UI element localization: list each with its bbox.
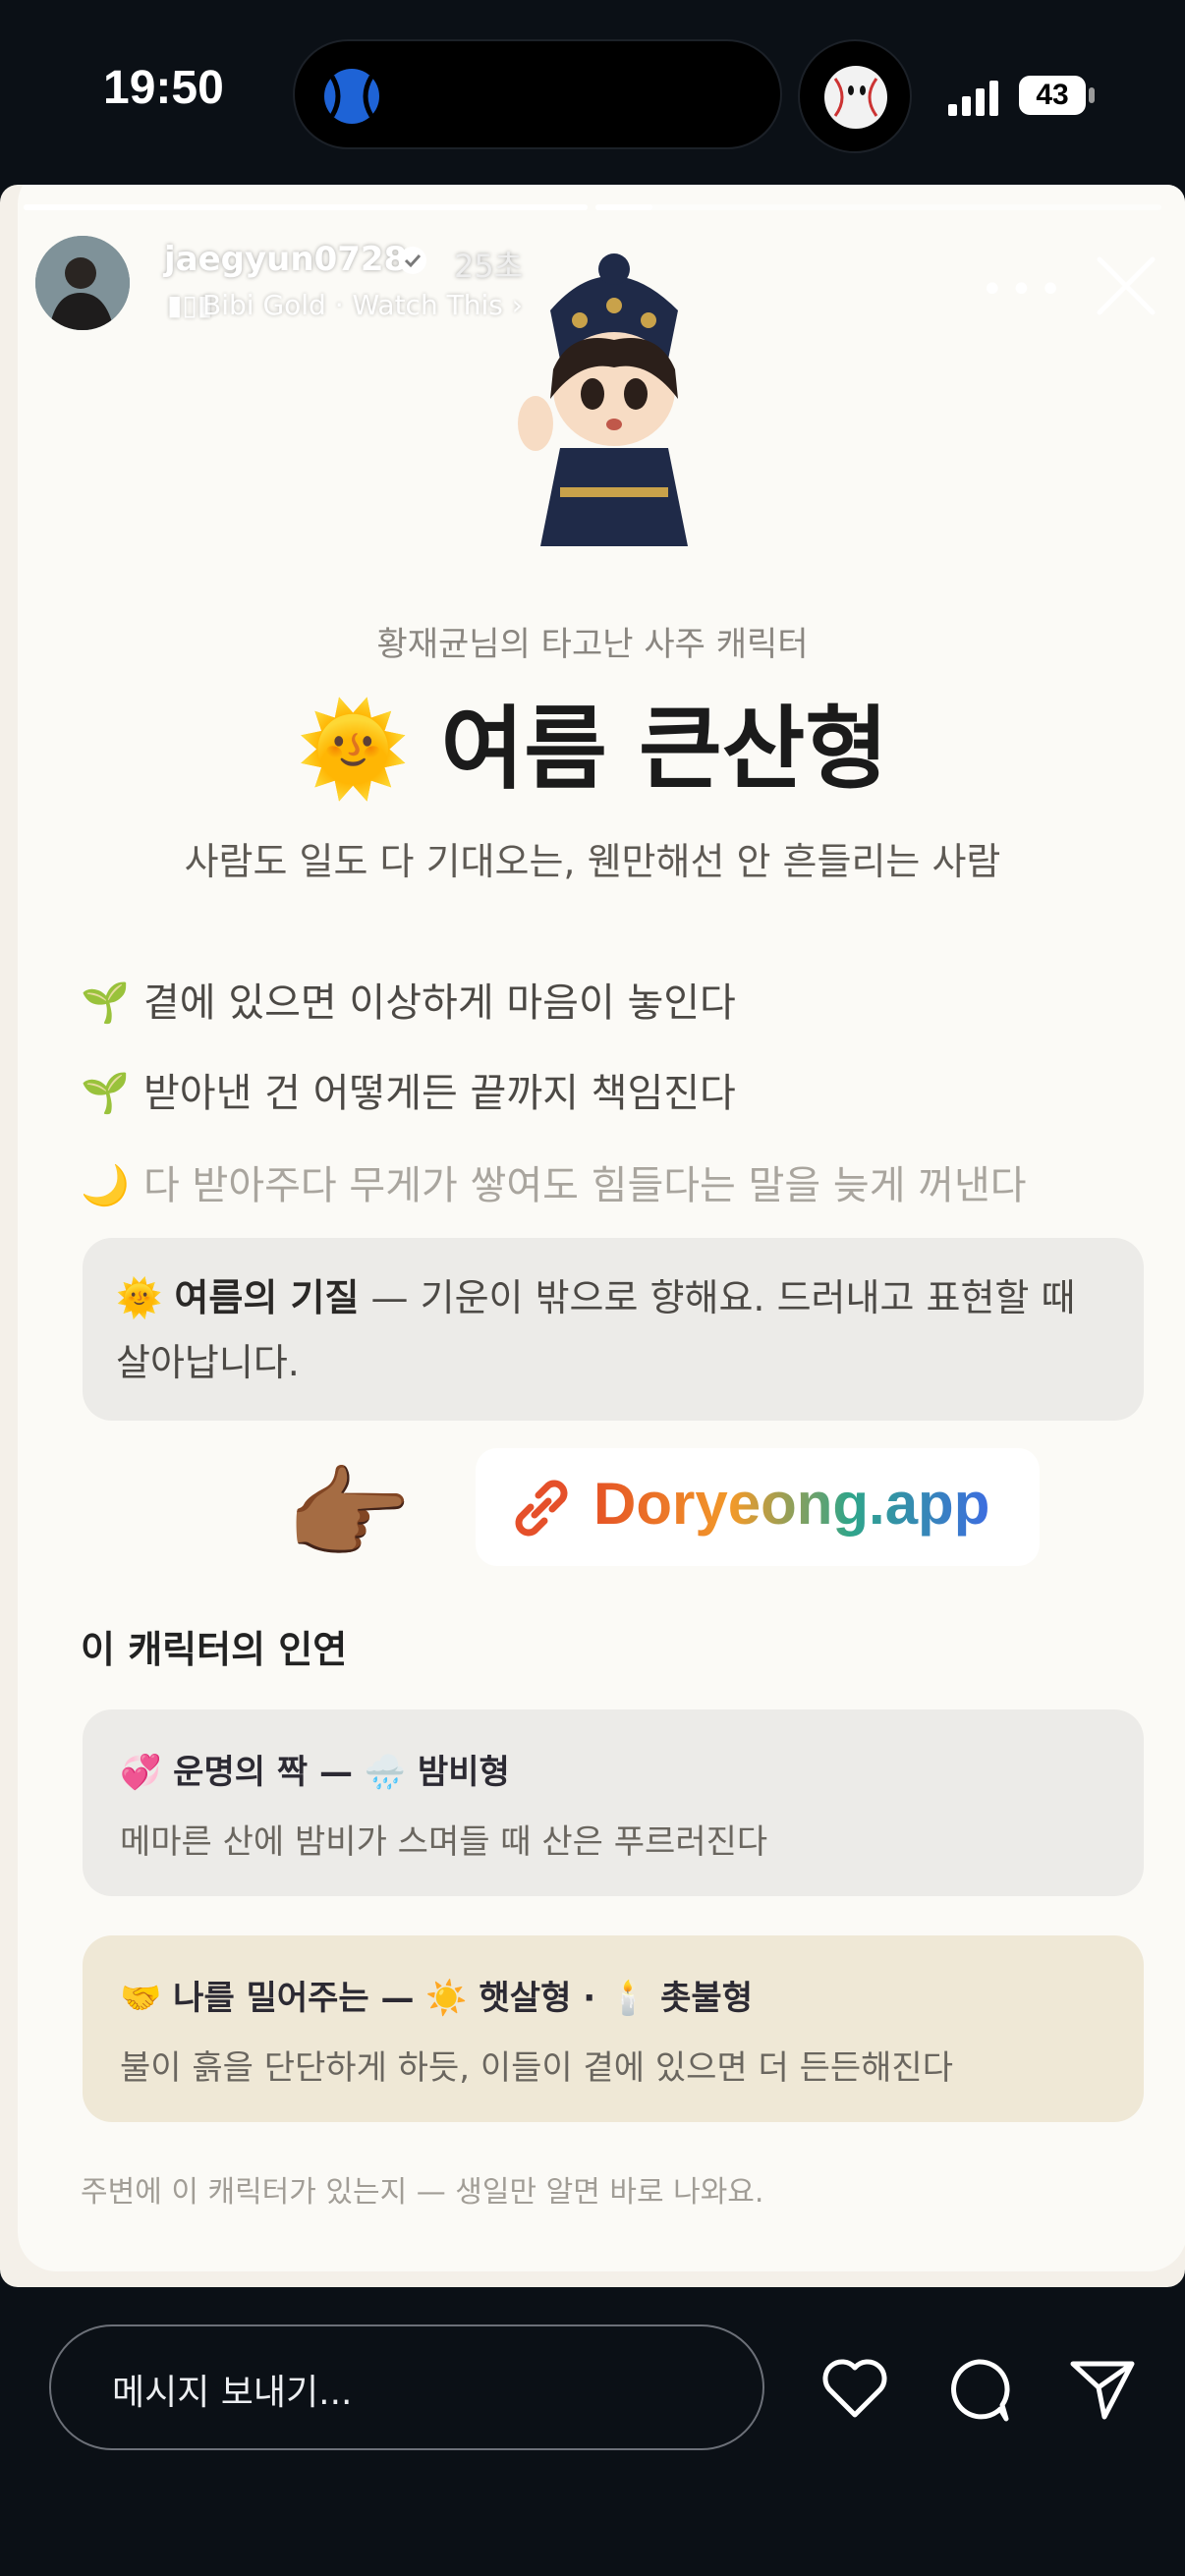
baseball-icon xyxy=(324,69,379,124)
user-photo-icon xyxy=(35,236,130,330)
baseball-icon xyxy=(824,66,887,129)
character-tagline: 사람도 일도 다 기대오는, 웬만해선 안 흔들리는 사람 xyxy=(184,840,1001,883)
story-progress-segment-2 xyxy=(595,204,1161,210)
verified-badge-icon xyxy=(399,247,426,274)
character-illustration xyxy=(518,253,688,546)
close-icon[interactable] xyxy=(1094,253,1158,318)
battery-indicator: 43 xyxy=(1018,75,1097,116)
sun-face-icon: 🌞 xyxy=(297,697,410,802)
story-viewer[interactable]: jaegyun0728 25초 ▮▯▮Bibi Gold · Watch Thi… xyxy=(0,185,1185,2287)
relation-heading: 💞 운명의 짝 — 🌧️ 밤비형 xyxy=(120,1753,510,1792)
relation-description: 불이 흙을 단단하게 하듯, 이들이 곁에 있으면 더 든든해진다 xyxy=(120,2048,953,2088)
link-icon xyxy=(515,1480,568,1537)
trait-text: 다 받아주다 무게가 쌓여도 힘들다는 말을 늦게 꺼낸다 xyxy=(143,1163,1027,1208)
music-title: Bibi Gold · Watch This › xyxy=(202,289,523,321)
relations-footnote: 주변에 이 캐릭터가 있는지 — 생일만 알면 바로 나와요. xyxy=(81,2175,764,2210)
music-bars-icon: ▮▯▮ xyxy=(167,289,213,321)
summer-temperament-note: 🌞 여름의 기질 — 기운이 밖으로 향해요. 드러내고 표현할 때 살아납니다… xyxy=(83,1238,1144,1421)
character-title-text: 여름 큰산형 xyxy=(440,697,888,802)
music-attribution[interactable]: ▮▯▮Bibi Gold · Watch This › xyxy=(167,289,523,321)
crescent-moon-icon: 🌙 xyxy=(81,1163,130,1208)
seedling-icon: 🌱 xyxy=(81,1071,130,1116)
relation-card-supporter: 🤝 나를 밀어주는 — ☀️ 햇살형 · 🕯️ 촛불형 불이 흙을 단단하게 하… xyxy=(83,1935,1144,2122)
send-paper-plane-icon[interactable] xyxy=(1067,2354,1138,2425)
relations-section-title: 이 캐릭터의 인연 xyxy=(81,1628,348,1671)
pointing-hand-icon: 👉🏾 xyxy=(285,1454,413,1574)
clock: 19:50 xyxy=(103,62,224,114)
avatar[interactable] xyxy=(35,236,130,330)
more-options-button[interactable]: ••• xyxy=(981,267,1068,312)
link-sticker-text: Doryeong.app xyxy=(593,1471,990,1537)
story-username[interactable]: jaegyun0728 xyxy=(164,240,407,279)
battery-level: 43 xyxy=(1036,79,1069,111)
trait-item: 🌙 다 받아주다 무게가 쌓여도 힘들다는 말을 늦게 꺼낸다 xyxy=(81,1153,1027,1210)
cellular-signal-icon xyxy=(948,81,998,116)
link-sticker[interactable]: Doryeong.app xyxy=(476,1448,1040,1566)
story-progress-segment-1 xyxy=(24,204,588,210)
message-input[interactable]: 메시지 보내기... xyxy=(49,2324,764,2450)
trait-text: 곁에 있으면 이상하게 마음이 놓인다 xyxy=(143,980,736,1026)
relation-description: 메마른 산에 밤비가 스며들 때 산은 푸르러진다 xyxy=(120,1822,768,1862)
relation-heading: 🤝 나를 밀어주는 — ☀️ 햇살형 · 🕯️ 촛불형 xyxy=(120,1979,753,2018)
trait-item: 🌱 곁에 있으면 이상하게 마음이 놓인다 xyxy=(81,971,736,1028)
live-activity-baseball[interactable] xyxy=(798,39,912,153)
character-title: 🌞 여름 큰산형 xyxy=(0,676,1185,807)
dynamic-island[interactable] xyxy=(293,39,782,149)
relation-card-destiny: 💞 운명의 짝 — 🌧️ 밤비형 메마른 산에 밤비가 스며들 때 산은 푸르러… xyxy=(83,1709,1144,1896)
trait-item: 🌱 받아낸 건 어떻게든 끝까지 책임진다 xyxy=(81,1061,736,1118)
status-bar: 19:50 43 xyxy=(0,0,1185,187)
message-input-placeholder: 메시지 보내기... xyxy=(112,2373,353,2413)
trait-text: 받아낸 건 어떻게든 끝까지 책임진다 xyxy=(143,1071,736,1116)
note-heading: 여름의 기질 xyxy=(174,1276,360,1319)
seedling-icon: 🌱 xyxy=(81,980,130,1026)
comment-bubble-icon[interactable] xyxy=(943,2354,1014,2425)
character-subtitle: 황재균님의 타고난 사주 캐릭터 xyxy=(376,625,809,664)
heart-icon[interactable] xyxy=(819,2354,890,2425)
sun-face-icon: 🌞 xyxy=(116,1276,163,1319)
